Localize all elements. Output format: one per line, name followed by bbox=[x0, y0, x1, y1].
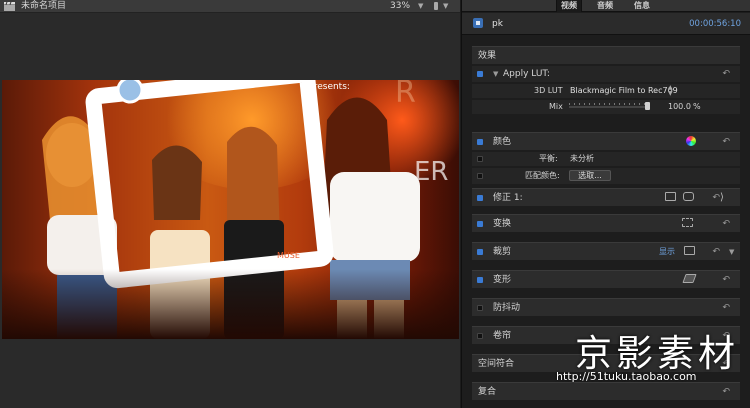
effects-header: 效果 bbox=[478, 51, 497, 61]
choose-button[interactable]: 选取... bbox=[569, 170, 611, 181]
rolling-shutter-title: 卷帘 bbox=[493, 331, 512, 341]
tab-video[interactable]: 视频 bbox=[556, 0, 582, 12]
color-section[interactable]: 颜色 ↶ bbox=[472, 132, 740, 150]
reset-icon[interactable]: ↶ bbox=[712, 243, 720, 261]
view-options-dropdown-icon[interactable]: ▼ bbox=[443, 0, 448, 13]
color-wheel-icon[interactable] bbox=[686, 136, 696, 146]
color-mask-icon[interactable] bbox=[683, 192, 694, 201]
crop-dropdown-icon[interactable]: ▼ bbox=[729, 243, 734, 261]
mask-icon[interactable] bbox=[665, 192, 676, 201]
viewer-toolbar: 未命名项目 33% ▼ ▼ bbox=[0, 0, 460, 13]
clip-header: pk 00:00:56:10 bbox=[462, 13, 750, 35]
mix-slider-track[interactable] bbox=[569, 106, 649, 108]
crop-title: 裁剪 bbox=[493, 247, 512, 257]
balance-value: 未分析 bbox=[570, 154, 594, 163]
reset-icon[interactable]: ↶ bbox=[722, 66, 730, 82]
video-clip-icon bbox=[473, 18, 483, 28]
lut-select[interactable]: Blackmagic Film to Rec709 bbox=[570, 84, 678, 98]
disclosure-triangle-icon[interactable]: ▼ bbox=[493, 66, 498, 82]
stabilization-section[interactable]: 防抖动 ↶ bbox=[472, 298, 740, 316]
mix-slider-ticks bbox=[569, 103, 649, 105]
inspector-tabbar: 视频 音频 信息 bbox=[462, 0, 750, 12]
match-color-row: 匹配颜色: 选取... bbox=[472, 168, 740, 184]
video-frame[interactable]: R ER presents: MUSE bbox=[2, 80, 459, 339]
match-color-checkbox[interactable] bbox=[477, 173, 483, 179]
mix-row: Mix 100.0 % bbox=[472, 100, 740, 114]
transform-title: 变换 bbox=[493, 219, 512, 229]
compositing-title: 复合 bbox=[478, 387, 497, 397]
crop-show-link[interactable]: 显示 bbox=[659, 243, 675, 261]
view-options-icon[interactable] bbox=[434, 2, 438, 10]
tab-info[interactable]: 信息 bbox=[634, 0, 650, 12]
select-arrows-icon[interactable]: ▲ ▼ bbox=[668, 85, 673, 97]
color-title: 颜色 bbox=[493, 137, 512, 147]
frame-shadow bbox=[2, 269, 459, 339]
zoom-dropdown-icon[interactable]: ▼ bbox=[418, 0, 423, 13]
frame-muse-text: MUSE bbox=[277, 251, 300, 260]
crop-section[interactable]: 裁剪 显示 ↶ ▼ bbox=[472, 242, 740, 260]
lut-row: 3D LUT Blackmagic Film to Rec709 ▲ ▼ bbox=[472, 84, 740, 98]
mix-value[interactable]: 100.0 bbox=[668, 100, 691, 114]
stabilization-title: 防抖动 bbox=[493, 303, 521, 313]
balance-label: 平衡: bbox=[539, 154, 558, 163]
reset-icon[interactable]: ↶ bbox=[722, 383, 730, 401]
effects-section[interactable]: 效果 bbox=[472, 46, 740, 64]
rolling-shutter-checkbox[interactable] bbox=[477, 333, 483, 339]
zoom-level[interactable]: 33% bbox=[390, 0, 410, 13]
apply-lut-checkbox[interactable] bbox=[477, 71, 483, 77]
transform-section[interactable]: 变换 ↶ bbox=[472, 214, 740, 232]
reset-icon[interactable]: ↶ bbox=[722, 299, 730, 317]
balance-checkbox[interactable] bbox=[477, 156, 483, 162]
watermark-brand: 京影素材 bbox=[575, 332, 739, 375]
mix-unit: % bbox=[693, 102, 701, 111]
distort-section[interactable]: 变形 ↶ bbox=[472, 270, 740, 288]
mix-slider-handle[interactable] bbox=[645, 102, 650, 110]
reset-icon[interactable]: ↶ bbox=[722, 271, 730, 289]
reset-icon[interactable]: ↶ bbox=[722, 133, 730, 151]
tab-audio[interactable]: 音频 bbox=[597, 0, 613, 12]
transform-onscreen-icon[interactable] bbox=[682, 218, 693, 227]
transform-checkbox[interactable] bbox=[477, 221, 483, 227]
reset-icon[interactable]: ↶ bbox=[722, 215, 730, 233]
correction-title: 修正 1: bbox=[493, 193, 523, 203]
svg-text:R: R bbox=[395, 80, 416, 110]
clip-name: pk bbox=[492, 19, 503, 29]
viewer-panel: 未命名项目 33% ▼ ▼ R ER presents: MUSE bbox=[0, 0, 460, 408]
distort-title: 变形 bbox=[493, 275, 512, 285]
apply-lut-row[interactable]: ▼ Apply LUT: ↶ bbox=[472, 66, 740, 82]
project-title: 未命名项目 bbox=[21, 1, 67, 11]
clip-duration: 00:00:56:10 bbox=[689, 19, 741, 29]
distort-onscreen-icon[interactable] bbox=[682, 274, 697, 283]
navigate-arrow-icon[interactable]: ⟩ bbox=[720, 189, 724, 207]
reset-icon[interactable]: ↶ bbox=[712, 189, 720, 207]
clapperboard-icon bbox=[4, 2, 15, 11]
frame-presents-text: presents: bbox=[308, 82, 350, 92]
compositing-section[interactable]: 复合 ↶ bbox=[472, 382, 740, 400]
balance-row: 平衡: 未分析 bbox=[472, 152, 740, 166]
match-color-label: 匹配颜色: bbox=[525, 171, 560, 180]
spatial-conform-title: 空间符合 bbox=[478, 359, 515, 369]
stabilization-checkbox[interactable] bbox=[477, 305, 483, 311]
correction-checkbox[interactable] bbox=[477, 195, 483, 201]
color-checkbox[interactable] bbox=[477, 139, 483, 145]
apply-lut-title: Apply LUT: bbox=[503, 69, 550, 79]
crop-onscreen-icon[interactable] bbox=[684, 246, 695, 255]
distort-checkbox[interactable] bbox=[477, 277, 483, 283]
watermark-url: http://51tuku.taobao.com bbox=[556, 370, 697, 383]
crop-checkbox[interactable] bbox=[477, 249, 483, 255]
lut-label: 3D LUT bbox=[534, 86, 563, 95]
correction-section[interactable]: 修正 1: ↶ ⟩ bbox=[472, 188, 740, 206]
mix-label: Mix bbox=[549, 102, 563, 111]
